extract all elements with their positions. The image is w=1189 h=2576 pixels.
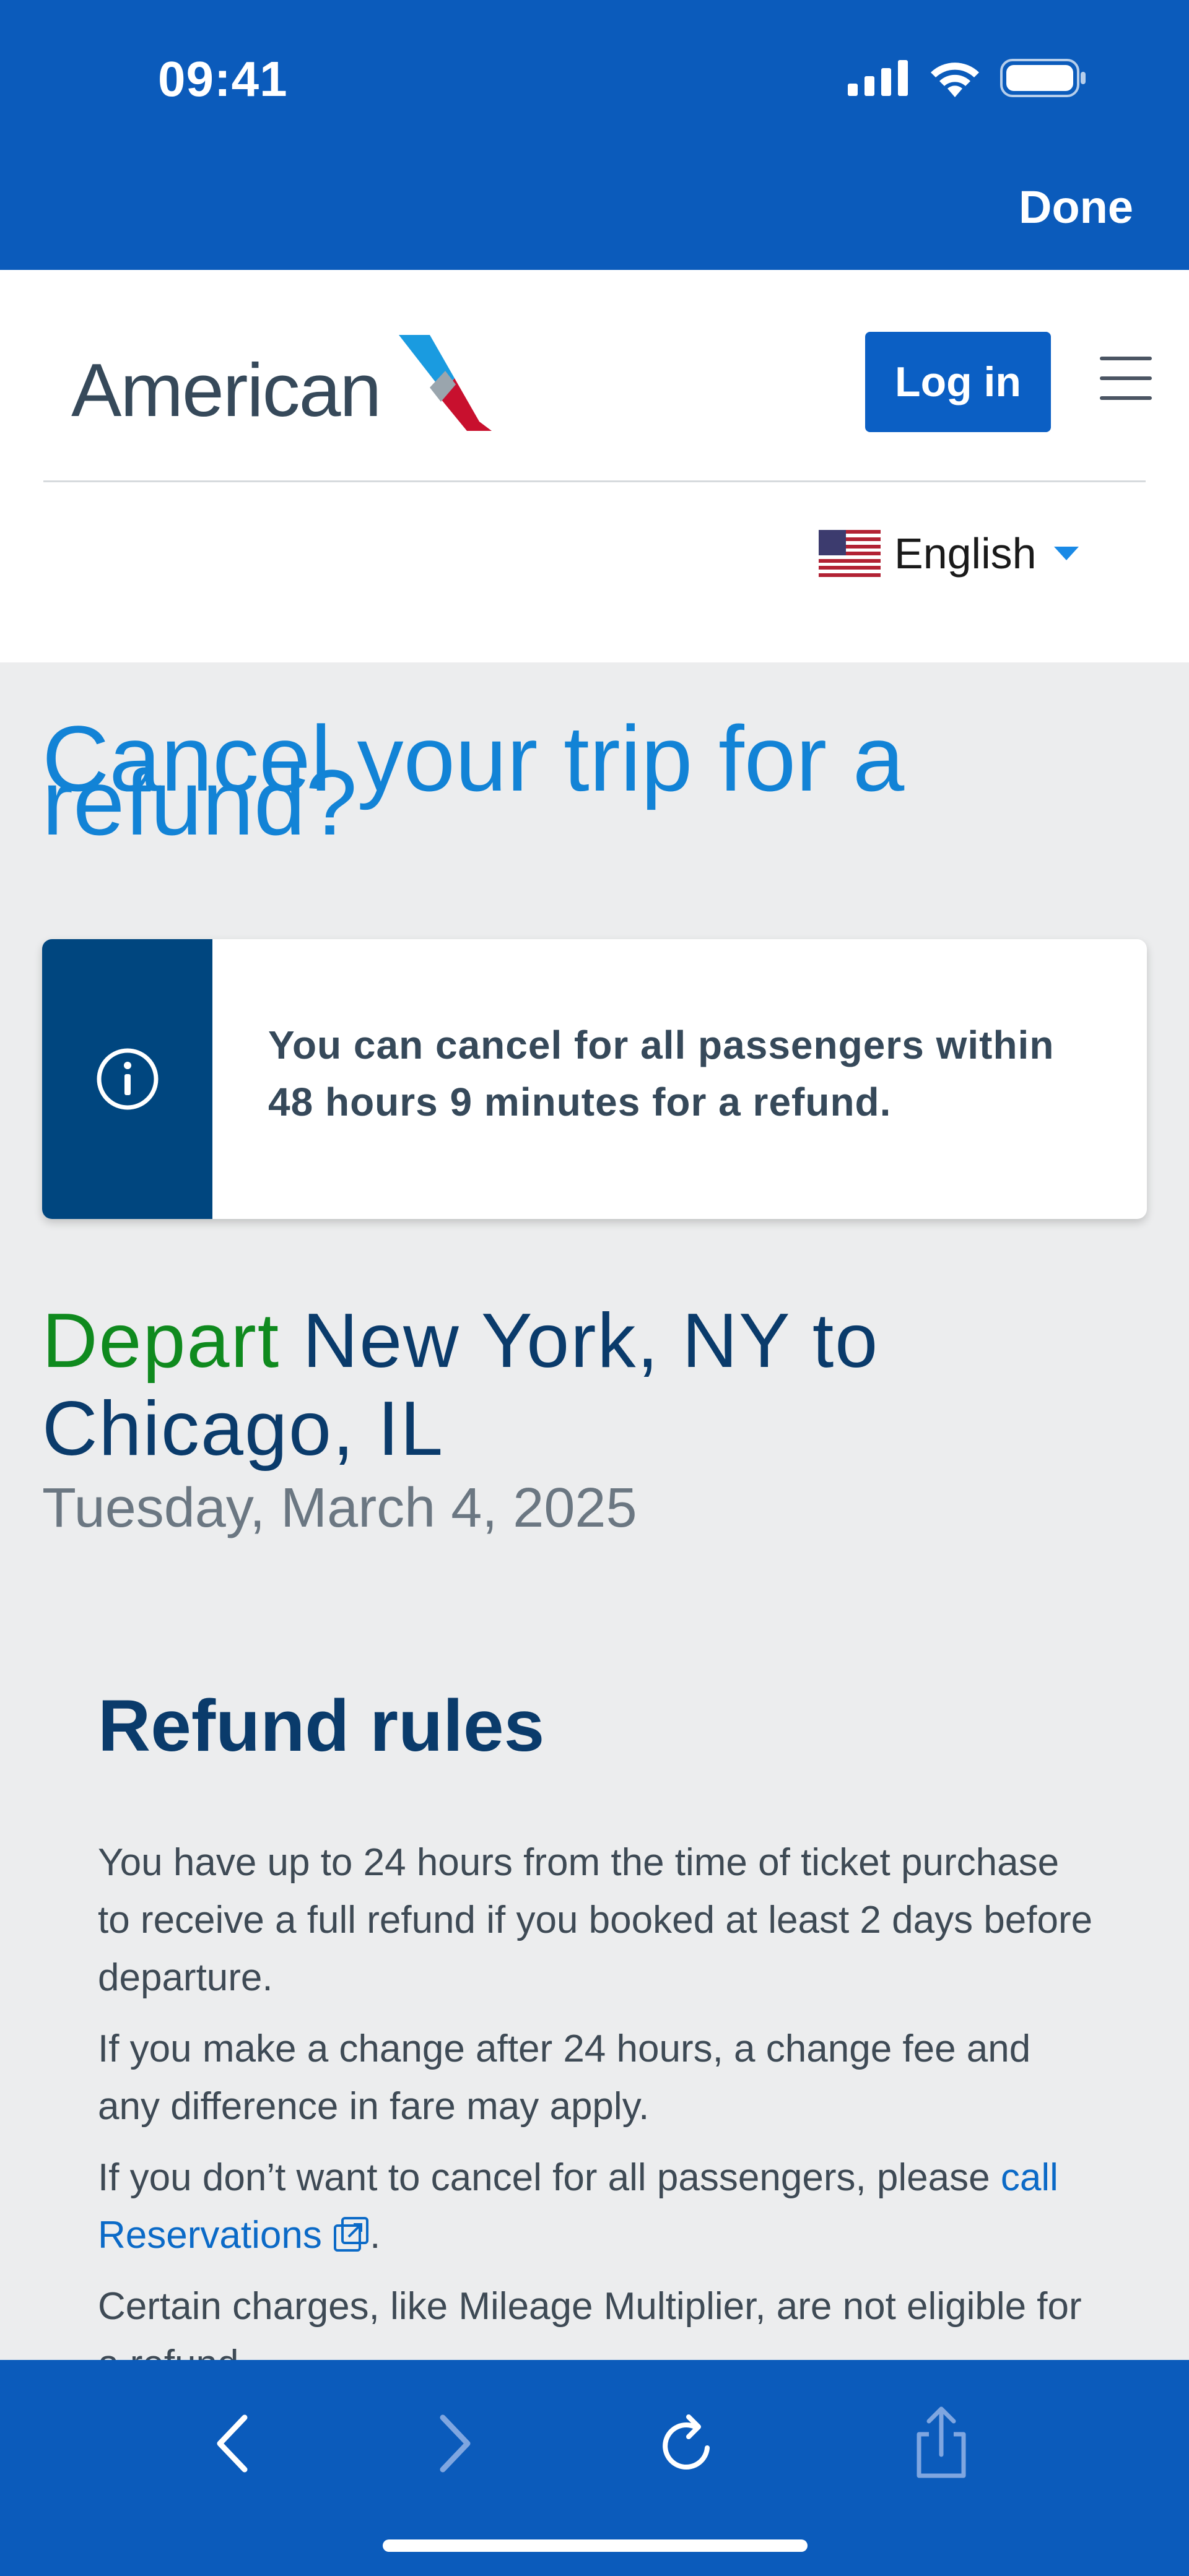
info-banner: You can cancel for all passengers within…: [42, 939, 1147, 1219]
logo-text: American: [71, 348, 381, 432]
info-message: You can cancel for all passengers within…: [268, 1023, 1055, 1124]
done-button[interactable]: Done: [1019, 181, 1133, 233]
back-button[interactable]: [195, 2406, 269, 2481]
depart-label: Depart: [42, 1298, 281, 1384]
login-button[interactable]: Log in: [865, 332, 1051, 432]
status-icons: [848, 59, 1087, 97]
refund-rule-3-prefix: If you don’t want to cancel for all pass…: [98, 2156, 1001, 2199]
refund-rules-body: You have up to 24 hours from the time of…: [98, 1834, 1101, 2406]
battery-icon: [1000, 59, 1086, 97]
refund-rule-1: You have up to 24 hours from the time of…: [98, 1841, 1093, 1999]
forward-button[interactable]: [418, 2406, 492, 2481]
reload-icon: [663, 2414, 710, 2470]
forward-arrow-icon: [440, 2414, 471, 2473]
share-button[interactable]: [904, 2406, 978, 2481]
refund-rule-3: If you don’t want to cancel for all pass…: [98, 2149, 1101, 2264]
language-selector[interactable]: English: [819, 529, 1079, 578]
refund-rules-title: Refund rules: [98, 1685, 545, 1767]
refund-rule-3-suffix: .: [370, 2214, 381, 2257]
us-flag-icon: [819, 530, 881, 577]
refund-rule-2: If you make a change after 24 hours, a c…: [98, 2027, 1031, 2128]
language-label: English: [894, 529, 1037, 578]
menu-icon[interactable]: [1100, 357, 1152, 400]
header-divider: [43, 480, 1146, 482]
route-heading: Depart New York, NY to Chicago, IL: [42, 1297, 1144, 1473]
external-link-icon: [334, 2217, 369, 2252]
home-indicator[interactable]: [383, 2539, 808, 2552]
reload-button[interactable]: [651, 2406, 726, 2481]
page-title: Cancel your trip for a refund?: [42, 706, 905, 854]
info-banner-side: [42, 939, 212, 1219]
browser-toolbar: [0, 2360, 1189, 2576]
flight-symbol-icon: [399, 335, 492, 431]
info-icon: [97, 1048, 158, 1110]
site-header: American Log in English: [0, 270, 1189, 662]
chevron-down-icon: [1053, 547, 1079, 560]
cellular-signal-icon: [848, 60, 908, 96]
american-airlines-logo[interactable]: American: [71, 329, 504, 432]
departure-date: Tuesday, March 4, 2025: [42, 1477, 637, 1539]
wifi-icon: [931, 63, 979, 97]
top-bar: 09:41 Done: [0, 0, 1189, 270]
status-time: 09:41: [158, 51, 288, 106]
back-arrow-icon: [217, 2414, 248, 2473]
share-icon: [917, 2406, 966, 2478]
